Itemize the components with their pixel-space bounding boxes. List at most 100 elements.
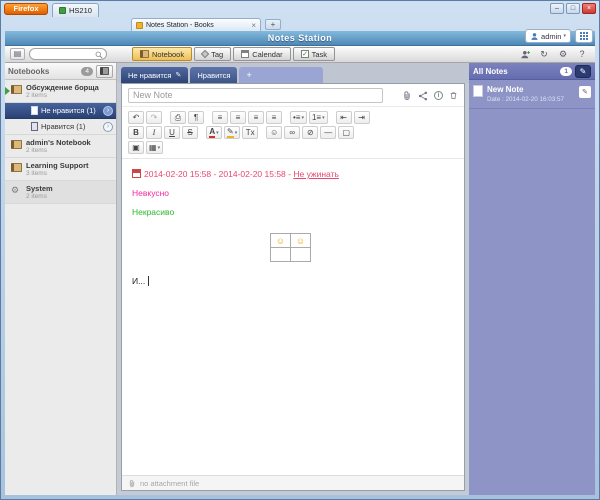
event-text: 2014-02-20 15:58 - 2014-02-20 15:58 -: [144, 169, 294, 179]
tab-notes-station[interactable]: Notes Station - Books ×: [131, 18, 261, 31]
section-open-button[interactable]: ›: [103, 122, 113, 132]
dislike-text: Невкусно: [132, 188, 170, 198]
current-notebook-arrow-icon: [5, 87, 10, 95]
link-button[interactable]: ∞: [284, 126, 301, 139]
share-icon: [418, 91, 428, 100]
notebooks-header: Notebooks 4: [5, 63, 116, 80]
new-tab-button[interactable]: +: [265, 19, 281, 30]
notebook-item-admin[interactable]: admin's Notebook 2 items: [5, 135, 116, 158]
event-line: 2014-02-20 15:58 - 2014-02-20 15:58 - Не…: [132, 169, 454, 179]
note-quick-edit-button[interactable]: ✎: [579, 86, 591, 98]
help-button[interactable]: ?: [574, 47, 590, 61]
bold-button[interactable]: B: [128, 126, 144, 139]
nav-calendar-button[interactable]: Calendar: [233, 47, 291, 61]
font-color-button[interactable]: A ▾: [206, 126, 222, 139]
view-toggle-button[interactable]: ▤: [10, 48, 25, 60]
add-section-tab[interactable]: +: [239, 67, 324, 83]
emoji-button[interactable]: ☺: [266, 126, 283, 139]
note-list-item[interactable]: New Note Date : 2014-02-20 16:03:57 ✎: [469, 80, 595, 109]
align-justify-button[interactable]: ≡: [266, 111, 282, 124]
notebook-item-system[interactable]: ⚙ System 2 items: [5, 181, 116, 204]
nav-calendar-label: Calendar: [252, 49, 283, 59]
share-user-button[interactable]: [517, 47, 533, 61]
content-table[interactable]: ☺ ☺: [270, 233, 311, 262]
indent-button[interactable]: ⇥: [353, 111, 370, 124]
nav-tag-label: Tag: [211, 49, 224, 59]
redo-button[interactable]: ↷: [146, 111, 162, 124]
new-notebook-icon: [100, 67, 109, 75]
section-tab-dislike[interactable]: Не нравится ✎: [121, 67, 189, 83]
notebook-item-borscht[interactable]: Обсуждение борща 2 items: [5, 80, 116, 103]
nav-task-button[interactable]: Task: [292, 47, 336, 61]
insert-table-button[interactable]: ▦ ▾: [146, 141, 164, 154]
event-calendar-icon: [132, 169, 141, 178]
outdent-button[interactable]: ⇤: [335, 111, 352, 124]
nav-tag-button[interactable]: Tag: [194, 47, 232, 61]
hs210-favicon: [59, 7, 66, 14]
tab-close-button[interactable]: ×: [251, 21, 256, 30]
table-cell[interactable]: ☺: [290, 233, 311, 248]
share-button[interactable]: [418, 91, 428, 101]
event-link[interactable]: Не ужинать: [293, 169, 339, 179]
attachment-bar[interactable]: no attachment file: [122, 475, 464, 490]
tab-hs210[interactable]: HS210: [52, 3, 99, 17]
section-count: (1): [76, 122, 86, 131]
caret-down-icon: ▾: [157, 144, 161, 151]
numbered-list-button[interactable]: 1≡ ▾: [308, 111, 328, 124]
section-item-dislike[interactable]: Не нравится (1) ›: [5, 103, 116, 119]
close-window-button[interactable]: ×: [582, 3, 596, 14]
italic-button[interactable]: I: [146, 126, 162, 139]
insert-image-button[interactable]: ▣: [128, 141, 144, 154]
maximize-button[interactable]: □: [566, 3, 580, 14]
section-item-like[interactable]: Нравится (1) ›: [5, 119, 116, 135]
font-color-icon: A: [209, 126, 216, 138]
fullscreen-button[interactable]: ▢: [338, 126, 355, 139]
print-button[interactable]: ⎙: [170, 111, 186, 124]
note-content-area[interactable]: 2014-02-20 15:58 - 2014-02-20 15:58 - Не…: [122, 159, 464, 475]
notebook-label: Learning Support: [26, 161, 89, 170]
search-input[interactable]: [29, 48, 107, 60]
table-cell[interactable]: [270, 247, 291, 262]
align-right-button[interactable]: ≡: [248, 111, 264, 124]
apps-menu-button[interactable]: [575, 29, 593, 43]
notes-manage-button[interactable]: ✎: [575, 64, 591, 78]
paperclip-icon: [404, 91, 410, 100]
note-title-input[interactable]: New Note: [128, 88, 383, 103]
minimize-button[interactable]: –: [550, 3, 564, 14]
user-menu[interactable]: admin ▾: [525, 29, 571, 43]
page-title: Notes Station: [267, 33, 333, 43]
paragraph-button[interactable]: ¶: [188, 111, 204, 124]
highlight-button[interactable]: ✎ ▾: [224, 126, 241, 139]
caret-down-icon: ▾: [322, 114, 325, 121]
unlink-button[interactable]: ⊘: [302, 126, 319, 139]
section-label: Нравится: [41, 122, 75, 131]
new-notebook-button[interactable]: [96, 64, 113, 78]
section-open-button[interactable]: ›: [103, 106, 113, 116]
nav-notebook-button[interactable]: Notebook: [132, 47, 193, 61]
table-cell[interactable]: [290, 247, 311, 262]
align-center-button[interactable]: ≡: [230, 111, 246, 124]
info-button[interactable]: i: [434, 91, 443, 100]
refresh-button[interactable]: ↻: [536, 47, 552, 61]
table-cell[interactable]: ☺: [270, 233, 291, 248]
note-editor-panel: New Note i ↶ ↷ ⎙ ¶ ≡ ≡ ≡ ≡ •≡ ▾ 1≡ ▾ ⇤ ⇥…: [121, 83, 465, 491]
horizontal-rule-button[interactable]: —: [320, 126, 337, 139]
window-titlebar: Firefox HS210 – □ ×: [1, 1, 599, 17]
bullet-list-button[interactable]: •≡ ▾: [290, 111, 307, 124]
strikethrough-button[interactable]: S: [182, 126, 198, 139]
notebook-item-learning[interactable]: Learning Support 3 items: [5, 158, 116, 181]
delete-note-button[interactable]: [449, 90, 458, 101]
notebook-meta: 2 items: [26, 193, 47, 200]
notebooks-count-badge: 4: [81, 66, 93, 76]
settings-button[interactable]: ⚙: [555, 47, 571, 61]
firefox-menu-button[interactable]: Firefox: [4, 3, 48, 15]
clear-format-button[interactable]: Tx: [242, 126, 259, 139]
attach-button[interactable]: [402, 90, 412, 101]
typing-line: И...: [132, 276, 454, 286]
align-left-button[interactable]: ≡: [212, 111, 228, 124]
underline-button[interactable]: U: [164, 126, 180, 139]
rename-section-icon[interactable]: ✎: [176, 71, 182, 79]
undo-button[interactable]: ↶: [128, 111, 144, 124]
editor-toolbar-row3: ▣ ▦ ▾: [128, 141, 458, 154]
section-tab-like[interactable]: Нравится: [190, 67, 238, 83]
